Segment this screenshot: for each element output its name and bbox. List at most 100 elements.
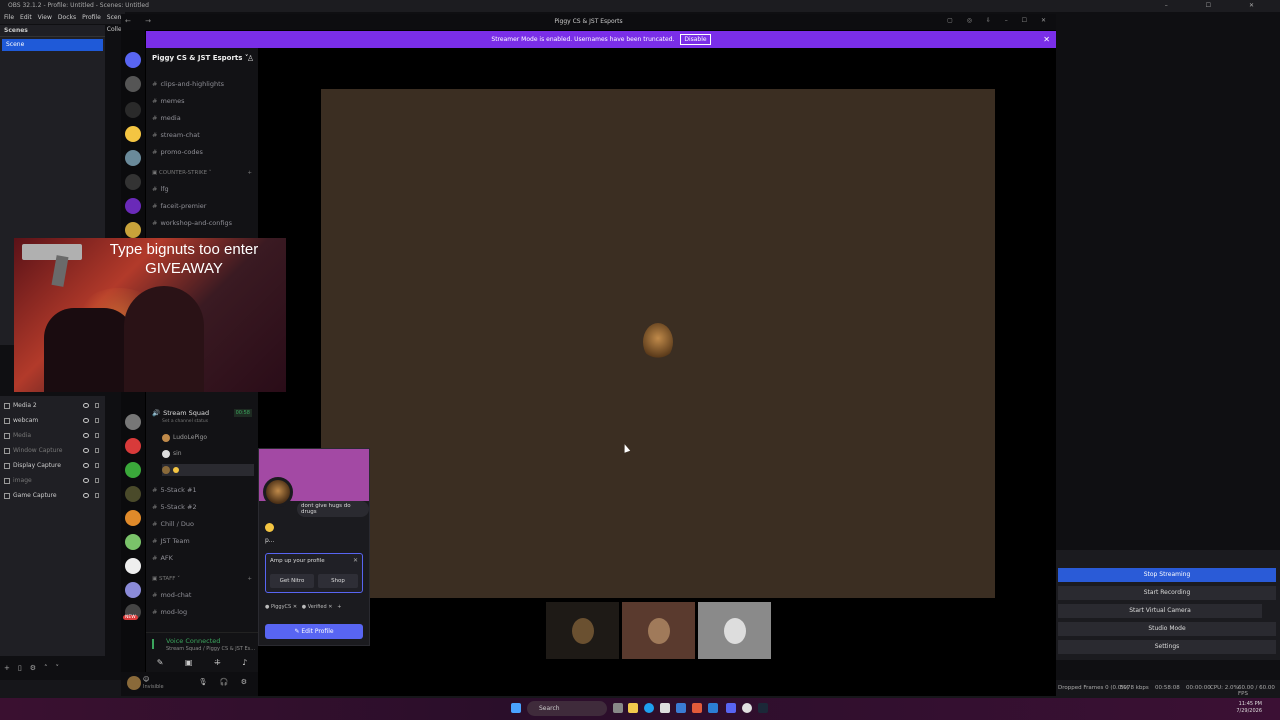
source-item[interactable]: image xyxy=(0,473,105,488)
channel-promo-codes[interactable]: # promo-codes xyxy=(152,146,256,158)
voice-channel-afk[interactable]: # AFK xyxy=(152,552,256,564)
voice-channel-5-stack-2[interactable]: #5-Stack #2 xyxy=(152,501,256,513)
lock-icon[interactable] xyxy=(95,493,99,498)
edit-profile-button[interactable]: ✎ Edit Profile xyxy=(265,624,363,639)
profile-avatar[interactable] xyxy=(263,477,293,507)
gear-icon[interactable]: ⚙ xyxy=(30,664,36,678)
voice-channel-5-stack-1[interactable]: #5-Stack #1 xyxy=(152,484,256,496)
disable-streamer-mode-button[interactable]: Disable xyxy=(680,34,711,45)
participant-tile[interactable] xyxy=(622,602,695,659)
close-icon[interactable]: ✕ xyxy=(1043,31,1050,48)
store-icon[interactable] xyxy=(660,703,670,713)
voice-channel-chill-duo[interactable]: # Chill / Duo xyxy=(152,518,256,530)
user-controls[interactable]: 🎙 🎧 ⚙ xyxy=(199,678,252,686)
scene-item[interactable]: Scene xyxy=(2,39,103,51)
server-icon[interactable] xyxy=(125,222,141,238)
app-icon[interactable] xyxy=(676,703,686,713)
obs-icon[interactable] xyxy=(742,703,752,713)
menu-docks[interactable]: Docks xyxy=(58,12,76,24)
eye-icon[interactable] xyxy=(83,493,89,498)
eye-icon[interactable] xyxy=(83,478,89,483)
channel-media[interactable]: # media xyxy=(152,112,256,124)
task-view-icon[interactable] xyxy=(613,703,623,713)
eye-icon[interactable] xyxy=(83,463,89,468)
focused-participant-tile[interactable] xyxy=(321,89,995,598)
server-icon[interactable] xyxy=(125,486,141,502)
channel-stream-chat[interactable]: # stream-chat xyxy=(152,129,256,141)
guild-name[interactable]: Piggy CS & JST Esports ˅ xyxy=(152,54,248,62)
steam-icon[interactable] xyxy=(758,703,768,713)
server-icon[interactable] xyxy=(125,582,141,598)
chevron-up-icon[interactable]: ˄ xyxy=(44,664,48,678)
get-nitro-button[interactable]: Get Nitro xyxy=(270,574,314,588)
server-icon[interactable] xyxy=(125,76,141,92)
add-channel-icon[interactable]: + xyxy=(247,170,252,176)
lock-icon[interactable] xyxy=(95,403,99,408)
channel-mod-chat[interactable]: # mod-chat xyxy=(152,589,256,601)
server-icon[interactable] xyxy=(125,174,141,190)
voice-member[interactable] xyxy=(162,464,254,476)
avatar[interactable] xyxy=(127,676,141,690)
menu-profile[interactable]: Profile xyxy=(82,12,101,24)
screenshare-icon[interactable]: ▣ xyxy=(185,658,193,672)
channel-workshop-and-configs[interactable]: # workshop-and-configs xyxy=(152,217,256,229)
server-icon[interactable] xyxy=(125,438,141,454)
server-icon[interactable] xyxy=(125,534,141,550)
eye-icon[interactable] xyxy=(83,418,89,423)
source-item[interactable]: Window Capture xyxy=(0,443,105,458)
windows-start-icon[interactable] xyxy=(511,703,521,713)
activities-icon[interactable]: ⁜ xyxy=(214,658,221,672)
source-item[interactable]: Game Capture xyxy=(0,488,105,503)
channel-faceit-premier[interactable]: # faceit-premier xyxy=(152,200,256,212)
remove-icon[interactable]: ▯ xyxy=(18,664,22,678)
camera-icon[interactable]: ✎ xyxy=(157,658,164,672)
studio-mode-button[interactable]: Studio Mode xyxy=(1058,622,1276,636)
start-recording-button[interactable]: Start Recording xyxy=(1058,586,1276,600)
participant-tile[interactable] xyxy=(546,602,619,659)
chevron-down-icon[interactable]: ˅ xyxy=(56,664,60,678)
close-icon[interactable]: ✕ xyxy=(353,557,358,564)
server-icon[interactable] xyxy=(125,150,141,166)
source-item[interactable]: webcam xyxy=(0,413,105,428)
eye-icon[interactable] xyxy=(83,403,89,408)
vscode-icon[interactable] xyxy=(708,703,718,713)
lock-icon[interactable] xyxy=(95,433,99,438)
add-channel-icon[interactable]: + xyxy=(247,576,252,582)
voice-channel-stream-squad[interactable]: 🔊 Stream Squad 00:58 xyxy=(152,407,256,419)
obs-window-controls[interactable]: – ☐ ✕ xyxy=(1165,0,1272,12)
menu-file[interactable]: File xyxy=(4,12,14,24)
voice-channel-jst-team[interactable]: # JST Team xyxy=(152,535,256,547)
eye-icon[interactable] xyxy=(83,448,89,453)
lock-icon[interactable] xyxy=(95,478,99,483)
lock-icon[interactable] xyxy=(95,463,99,468)
voice-member[interactable]: LudoLePigo xyxy=(162,432,254,444)
channel-memes[interactable]: # memes xyxy=(152,95,256,107)
channel-mod-log[interactable]: # mod-log xyxy=(152,606,256,618)
soundboard-icon[interactable]: ♪ xyxy=(242,658,247,672)
discord-window-controls[interactable]: ▢ ◎ ⇩ – ☐ ✕ xyxy=(947,17,1052,24)
file-explorer-icon[interactable] xyxy=(628,703,638,713)
start-virtual-camera-button[interactable]: Start Virtual Camera xyxy=(1058,604,1262,618)
taskbar-search[interactable]: Search xyxy=(527,701,607,716)
server-icon[interactable] xyxy=(125,198,141,214)
voice-member[interactable]: sin xyxy=(162,448,254,460)
lock-icon[interactable] xyxy=(95,418,99,423)
taskbar-clock[interactable]: 11:45 PM 7/29/2026 xyxy=(1236,701,1262,715)
channel-clips-and-highlights[interactable]: # clips-and-highlights xyxy=(152,78,256,90)
category-staff[interactable]: ▣ STAFF ˅ + xyxy=(152,576,256,582)
participant-tile[interactable] xyxy=(698,602,771,659)
home-icon[interactable] xyxy=(125,52,141,68)
menu-edit[interactable]: Edit xyxy=(20,12,32,24)
custom-status[interactable]: dont give hugs do drugs xyxy=(297,501,369,517)
app-icon[interactable] xyxy=(692,703,702,713)
server-icon[interactable] xyxy=(125,126,141,142)
discord-icon[interactable] xyxy=(726,703,736,713)
edge-icon[interactable] xyxy=(644,703,654,713)
category-counter-strike[interactable]: ▣ COUNTER-STRIKE ˅ + xyxy=(152,170,256,176)
eye-icon[interactable] xyxy=(83,433,89,438)
server-icon[interactable] xyxy=(125,558,141,574)
source-item[interactable]: Media 2 xyxy=(0,398,105,413)
server-icon[interactable] xyxy=(125,102,141,118)
shop-button[interactable]: Shop xyxy=(318,574,358,588)
server-icon[interactable] xyxy=(125,462,141,478)
